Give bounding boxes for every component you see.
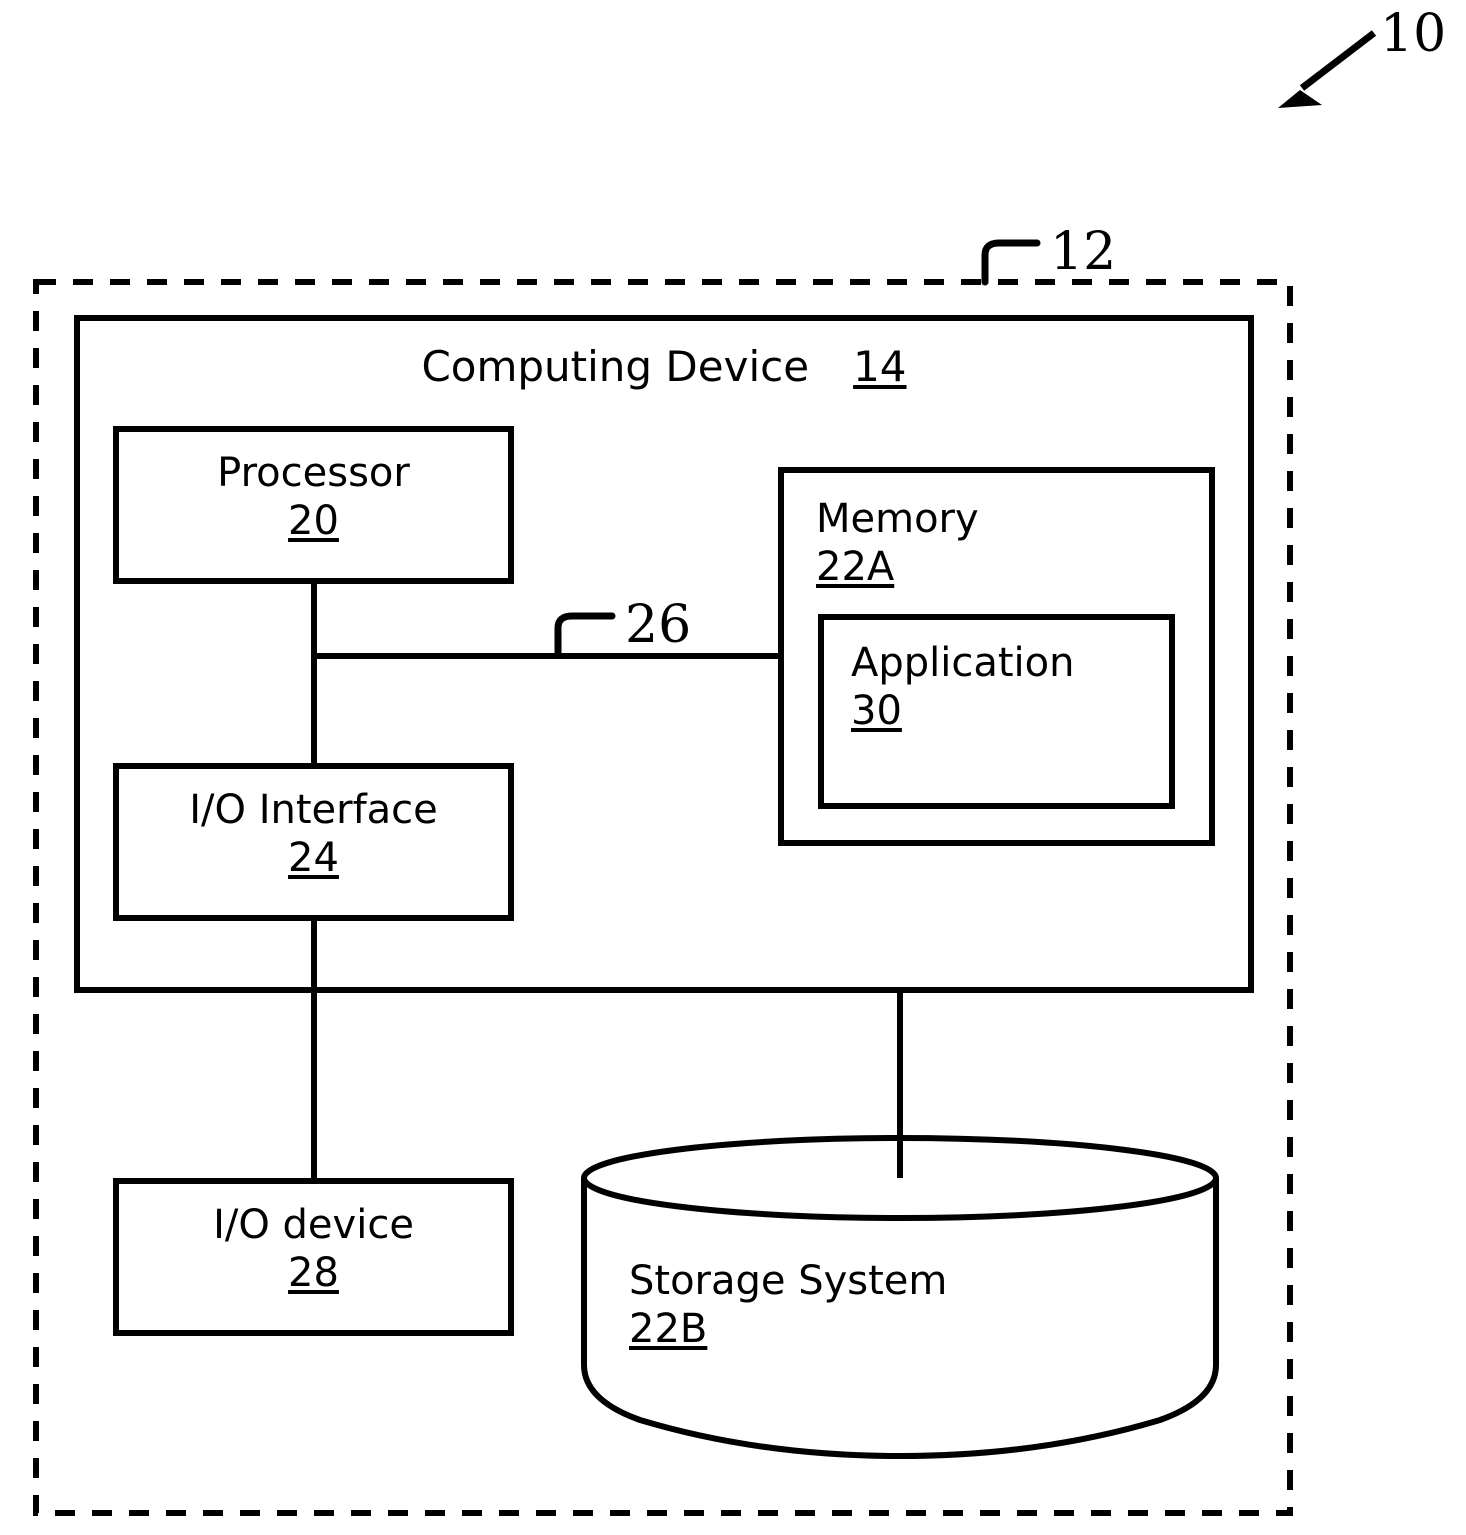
processor-ref: 20 bbox=[288, 498, 339, 544]
computing-device-label: Computing Device bbox=[421, 342, 810, 391]
memory-label: Memory bbox=[816, 496, 979, 542]
io-interface-label-group: I/O Interface 24 bbox=[116, 787, 511, 881]
callout-12-label: 12 bbox=[1050, 222, 1117, 282]
processor-label-group: Processor 20 bbox=[116, 450, 511, 544]
io-device-label-group: I/O device 28 bbox=[116, 1202, 511, 1296]
io-device-ref: 28 bbox=[288, 1250, 339, 1296]
callout-10-leader bbox=[1278, 30, 1377, 108]
application-label-group: Application 30 bbox=[851, 640, 1075, 734]
memory-label-group: Memory 22A bbox=[816, 496, 979, 590]
callout-26-leader bbox=[554, 612, 616, 659]
callout-10-label: 10 bbox=[1380, 4, 1447, 64]
callout-12-leader bbox=[981, 239, 1041, 286]
processor-label: Processor bbox=[217, 450, 410, 496]
io-device-label: I/O device bbox=[213, 1202, 414, 1248]
application-label: Application bbox=[851, 640, 1075, 686]
storage-system-label: Storage System bbox=[629, 1258, 948, 1304]
application-ref: 30 bbox=[851, 688, 902, 734]
computing-device-ref: 14 bbox=[853, 342, 907, 391]
figure-canvas: 10 12 26 Computing Device 14 Processor 20… bbox=[0, 0, 1466, 1535]
io-interface-ref: 24 bbox=[288, 835, 339, 881]
io-interface-label: I/O Interface bbox=[189, 787, 438, 833]
memory-ref: 22A bbox=[816, 544, 895, 590]
callout-26-label: 26 bbox=[625, 595, 692, 655]
storage-system-label-group: Storage System 22B bbox=[629, 1258, 947, 1352]
storage-system-ref: 22B bbox=[629, 1306, 708, 1352]
computing-device-heading: Computing Device 14 bbox=[77, 342, 1251, 391]
